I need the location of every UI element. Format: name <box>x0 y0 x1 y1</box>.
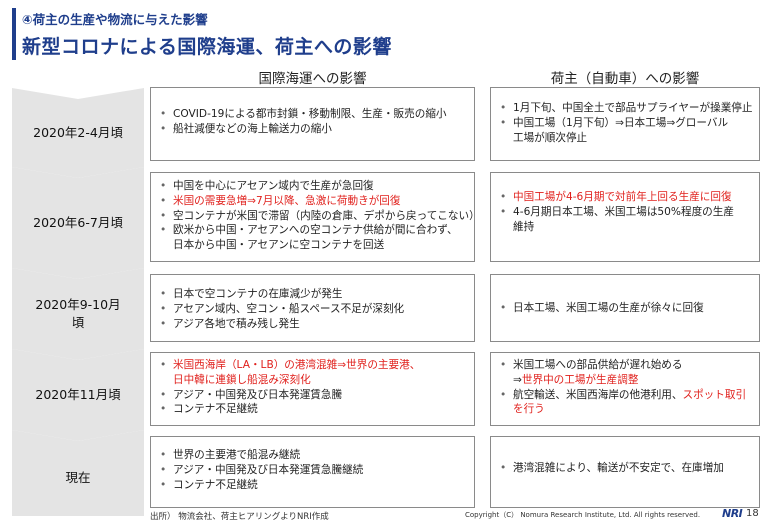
list-item: 1月下旬、中国全土で部品サプライヤーが操業停止 <box>499 101 753 116</box>
list-item: 港湾混雑により、輸送が不安定で、在庫増加 <box>499 461 753 476</box>
title-accent-bar <box>12 8 16 60</box>
list-item-line: 工場が順次停止 <box>513 131 588 144</box>
list-item-line: 欧米から中国・アセアンへの空コンテナ供給が間に合わず、 <box>173 224 458 237</box>
list-item-line: 日中韓に連鎖し船混み深刻化 <box>173 373 311 386</box>
shipping-impact-box: 世界の主要港で船混み継続 アジア・中国発及び日本発運賃急騰継続 コンテナ不足継続 <box>150 436 475 508</box>
list-item-line: 航空輸送、米国西海岸の他港利用、スポット取引 <box>513 388 753 403</box>
copyright-text: Copyright（C） Nomura Research Institute, … <box>465 511 701 519</box>
shipper-impact-box: 日本工場、米国工場の生産が徐々に回復 <box>490 274 760 342</box>
shipping-impact-box: COVID-19による都市封鎖・移動制限、生産・販売の縮小 船社減便などの海上輸… <box>150 87 475 161</box>
list-item: アセアン域内、空コン・船スペース不足が深刻化 <box>159 302 468 317</box>
column-header-shipping: 国際海運への影響 <box>258 71 367 87</box>
period-label: 2020年2-4月頃 <box>33 124 123 140</box>
period-label: 2020年11月頃 <box>35 386 121 402</box>
list-item-line: 4-6月期日本工場、米国工場は50%程度の生産 <box>513 205 734 218</box>
shipper-impact-box: 1月下旬、中国全土で部品サプライヤーが操業停止 中国工場（1月下旬）⇒日本工場⇒… <box>490 87 760 161</box>
column-header-shipper: 荷主（自動車）への影響 <box>550 71 700 87</box>
shipper-impact-box: 港湾混雑により、輸送が不安定で、在庫増加 <box>490 436 760 508</box>
highlight-text: スポット取引 <box>682 388 747 401</box>
section-subtitle: ④荷主の生産や物流に与えた影響 <box>22 12 208 27</box>
list-item: 米国工場への部品供給が遅れ始める ⇒世界中の工場が生産調整 <box>499 358 753 388</box>
plain-text: 航空輸送、米国西海岸の他港利用、 <box>513 388 683 401</box>
list-item-line: 日本から中国・アセアンに空コンテナを回送 <box>173 239 385 252</box>
list-item: 船社減便などの海上輸送力の縮小 <box>159 122 468 137</box>
list-item-line: 維持 <box>513 220 535 233</box>
period-label: 現在 <box>65 470 91 486</box>
list-item-line: 中国工場（1月下旬）⇒日本工場⇒グローバル <box>513 116 729 129</box>
list-item: アジア・中国発及び日本発運賃急騰 <box>159 388 468 403</box>
page-number: 18 <box>746 508 759 519</box>
arrow-symbol: ⇒ <box>513 373 522 386</box>
period-label: 2020年6-7月頃 <box>33 214 123 230</box>
list-item: 欧米から中国・アセアンへの空コンテナ供給が間に合わず、 日本から中国・アセアンに… <box>159 223 468 253</box>
page-title: 新型コロナによる国際海運、荷主への影響 <box>22 36 392 58</box>
list-item: 4-6月期日本工場、米国工場は50%程度の生産 維持 <box>499 205 753 235</box>
period-label-line2: 頃 <box>71 315 85 330</box>
shipper-impact-box: 米国工場への部品供給が遅れ始める ⇒世界中の工場が生産調整 航空輸送、米国西海岸… <box>490 352 760 426</box>
list-item: コンテナ不足継続 <box>159 478 468 493</box>
list-item: COVID-19による都市封鎖・移動制限、生産・販売の縮小 <box>159 107 468 122</box>
list-item-line: ⇒世界中の工場が生産調整 <box>513 373 753 388</box>
period-label: 2020年9-10月 頃 <box>12 279 144 349</box>
list-item: 中国を中心にアセアン域内で生産が急回復 <box>159 179 468 194</box>
list-item: 日本工場、米国工場の生産が徐々に回復 <box>499 301 753 316</box>
list-item-line: 米国工場への部品供給が遅れ始める <box>513 359 683 371</box>
list-item-highlight: 米国の需要急増⇒7月以降、急激に荷動きが回復 <box>159 194 468 209</box>
list-item-highlight: 米国西海岸（LA・LB）の港湾混雑⇒世界の主要港、 日中韓に連鎖し船混み深刻化 <box>159 358 468 388</box>
list-item: 日本で空コンテナの在庫減少が発生 <box>159 287 468 302</box>
list-item: 世界の主要港で船混み継続 <box>159 448 468 463</box>
list-item: 空コンテナが米国で滞留（内陸の倉庫、デポから戻ってこない） <box>159 209 480 224</box>
list-item: アジア・中国発及び日本発運賃急騰継続 <box>159 463 468 478</box>
list-item-highlight: 中国工場が4-6月期で対前年上回る生産に回復 <box>499 190 753 205</box>
shipping-impact-box: 日本で空コンテナの在庫減少が発生 アセアン域内、空コン・船スペース不足が深刻化 … <box>150 274 475 342</box>
list-item: コンテナ不足継続 <box>159 402 468 417</box>
source-note: 出所） 物流会社、荷主ヒアリングよりNRI作成 <box>150 512 329 522</box>
shipper-impact-box: 中国工場が4-6月期で対前年上回る生産に回復 4-6月期日本工場、米国工場は50… <box>490 172 760 262</box>
shipping-impact-box: 米国西海岸（LA・LB）の港湾混雑⇒世界の主要港、 日中韓に連鎖し船混み深刻化 … <box>150 352 475 426</box>
list-item-line: を行う <box>513 403 545 416</box>
list-item: アジア各地で積み残し発生 <box>159 317 468 332</box>
shipping-impact-box: 中国を中心にアセアン域内で生産が急回復 米国の需要急増⇒7月以降、急激に荷動きが… <box>150 172 480 262</box>
highlight-text: 世界中の工場が生産調整 <box>521 373 639 386</box>
list-item: 航空輸送、米国西海岸の他港利用、スポット取引 を行う <box>499 388 753 418</box>
list-item: 中国工場（1月下旬）⇒日本工場⇒グローバル 工場が順次停止 <box>499 116 753 146</box>
period-label-line1: 2020年9-10月 <box>35 296 121 312</box>
list-item-line: 米国西海岸（LA・LB）の港湾混雑⇒世界の主要港、 <box>173 359 421 371</box>
nri-logo: NRI <box>722 507 743 520</box>
